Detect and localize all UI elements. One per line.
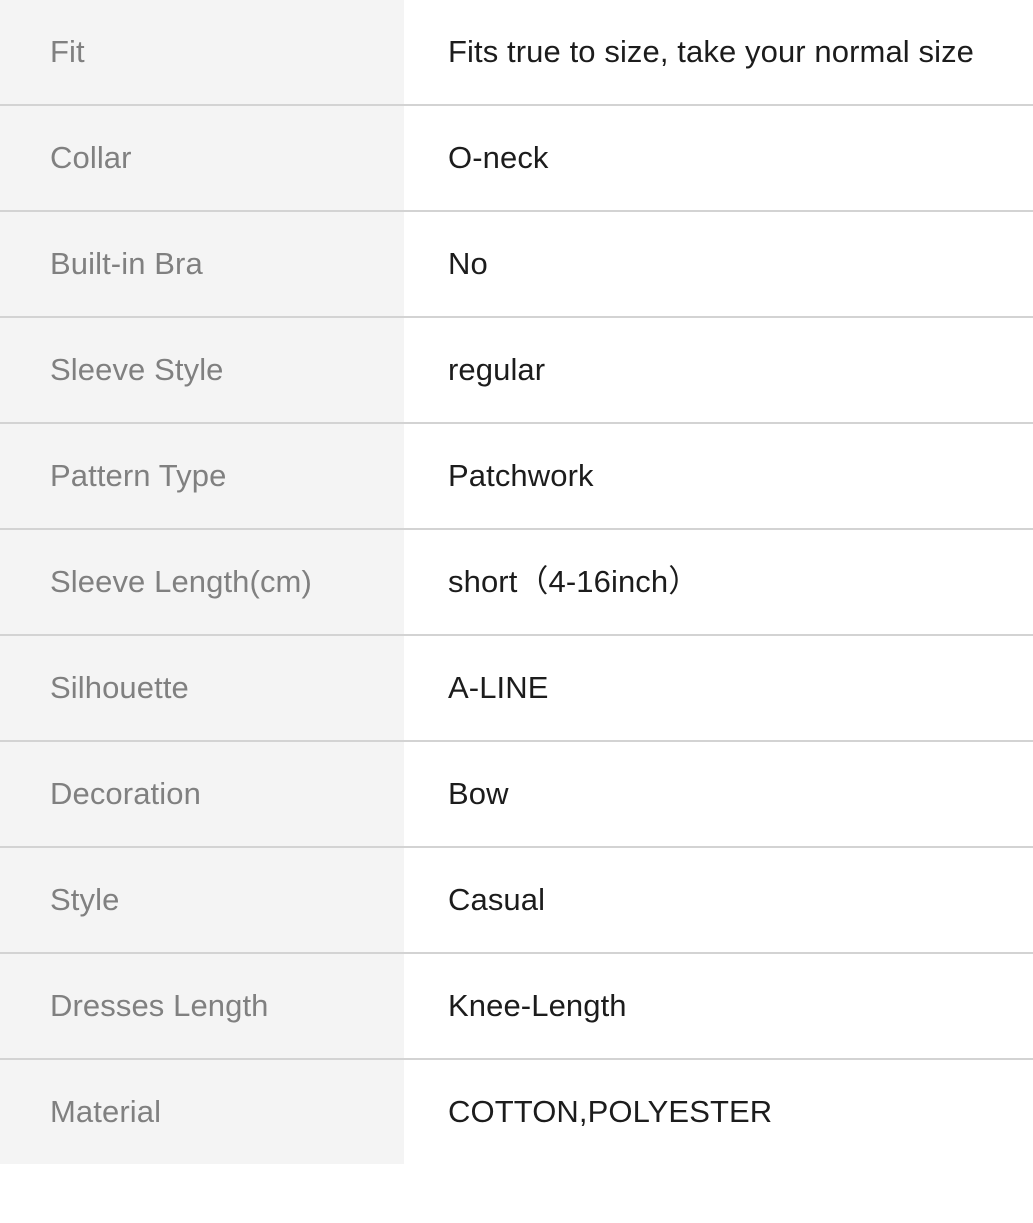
spec-attribute-label: Dresses Length xyxy=(0,954,404,1058)
table-row: Fit Fits true to size, take your normal s… xyxy=(0,0,1033,106)
spec-attribute-label: Collar xyxy=(0,106,404,210)
spec-attribute-label: Built-in Bra xyxy=(0,212,404,316)
table-row: Sleeve Length(cm) short（4-16inch） xyxy=(0,530,1033,636)
spec-attribute-label: Silhouette xyxy=(0,636,404,740)
table-row: Silhouette A-LINE xyxy=(0,636,1033,742)
spec-attribute-value: COTTON,POLYESTER xyxy=(404,1060,1033,1164)
table-row: Sleeve Style regular xyxy=(0,318,1033,424)
spec-attribute-value: Bow xyxy=(404,742,1033,846)
spec-attribute-value: Knee-Length xyxy=(404,954,1033,1058)
table-row: Decoration Bow xyxy=(0,742,1033,848)
spec-attribute-label: Decoration xyxy=(0,742,404,846)
spec-attribute-value: O-neck xyxy=(404,106,1033,210)
spec-attribute-label: Pattern Type xyxy=(0,424,404,528)
table-row: Pattern Type Patchwork xyxy=(0,424,1033,530)
spec-attribute-value: regular xyxy=(404,318,1033,422)
spec-attribute-label: Fit xyxy=(0,0,404,104)
spec-attribute-value: A-LINE xyxy=(404,636,1033,740)
spec-attribute-value: short（4-16inch） xyxy=(404,530,1033,634)
spec-attribute-label: Material xyxy=(0,1060,404,1164)
spec-attribute-value: Fits true to size, take your normal size xyxy=(404,0,1033,104)
table-row: Built-in Bra No xyxy=(0,212,1033,318)
spec-attribute-label: Style xyxy=(0,848,404,952)
spec-attribute-label: Sleeve Length(cm) xyxy=(0,530,404,634)
product-specification-table: Fit Fits true to size, take your normal s… xyxy=(0,0,1033,1164)
table-row: Collar O-neck xyxy=(0,106,1033,212)
spec-attribute-value: Patchwork xyxy=(404,424,1033,528)
table-row: Material COTTON,POLYESTER xyxy=(0,1060,1033,1164)
spec-attribute-label: Sleeve Style xyxy=(0,318,404,422)
table-row: Style Casual xyxy=(0,848,1033,954)
spec-attribute-value: Casual xyxy=(404,848,1033,952)
table-row: Dresses Length Knee-Length xyxy=(0,954,1033,1060)
spec-attribute-value: No xyxy=(404,212,1033,316)
